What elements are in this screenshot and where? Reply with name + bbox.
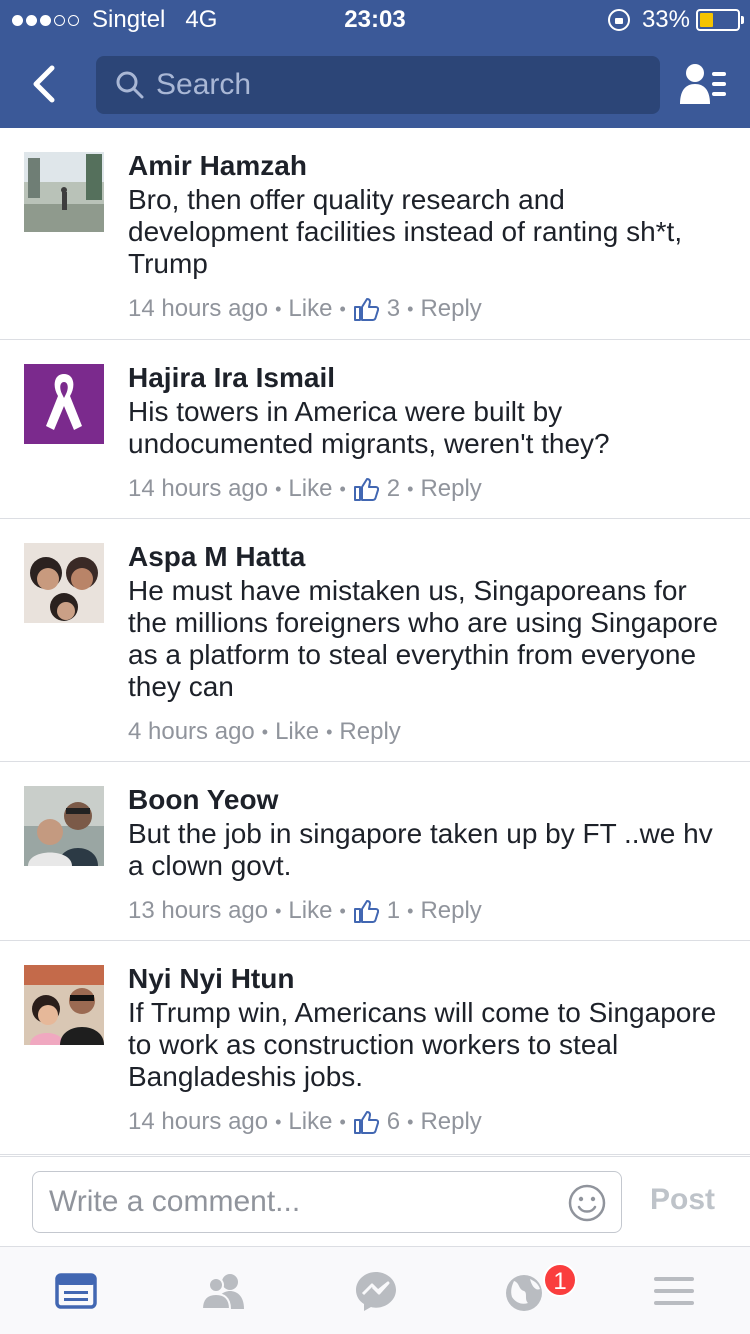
reply-button[interactable]: Reply [420,897,481,925]
commenter-name[interactable]: Boon Yeow [128,785,730,815]
reply-button[interactable]: Reply [420,1108,481,1136]
comment-item: Hajira Ira Ismail His towers in America … [0,340,750,519]
rotation-lock-icon [607,9,630,31]
like-button[interactable]: Like [288,475,332,503]
friend-list-icon[interactable] [678,62,728,106]
comment-input[interactable] [49,1182,549,1222]
avatar[interactable] [24,786,104,866]
top-header: Singtel 4G 23:03 33% [0,0,750,128]
like-thumb-icon [353,900,379,923]
like-thumb-icon [353,298,379,321]
comment-text: If Trump win, Americans will come to Sin… [128,997,717,1092]
avatar[interactable] [24,364,104,444]
reply-button[interactable]: Reply [420,295,481,323]
like-count: 1 [386,897,401,924]
news-feed-icon[interactable] [54,1269,98,1313]
battery-percent: 33% [641,6,690,33]
like-button[interactable]: Like [288,295,332,323]
comment-text: But the job in singapore taken up by FT … [128,818,713,881]
status-bar: Singtel 4G 23:03 33% [0,0,750,40]
comment-timestamp: 14 hours ago [128,1108,269,1135]
notifications-globe-icon[interactable] [504,1269,548,1313]
battery-icon [696,9,744,31]
comment-list: Amir Hamzah Bro, then offer quality rese… [0,128,750,1155]
commenter-name[interactable]: Amir Hamzah [128,151,730,181]
comment-timestamp: 14 hours ago [128,475,269,502]
like-count: 2 [386,475,401,502]
comment-text: His towers in America were built by undo… [128,396,610,459]
like-thumb-icon [353,1111,379,1134]
comment-meta: 14 hours ago • Like • 3 • Reply [128,295,482,323]
like-button[interactable]: Like [288,1108,332,1136]
comment-timestamp: 4 hours ago [128,718,255,745]
emoji-icon[interactable] [567,1183,607,1223]
reply-button[interactable]: Reply [339,718,400,746]
like-count: 6 [386,1108,401,1135]
search-icon [116,71,144,99]
search-input[interactable] [156,68,636,102]
like-button[interactable]: Like [288,897,332,925]
comment-item: Nyi Nyi Htun If Trump win, Americans wil… [0,941,750,1155]
avatar[interactable] [24,152,104,232]
search-bar[interactable] [96,56,660,114]
comment-meta: 14 hours ago • Like • 6 • Reply [128,1108,482,1136]
comment-input-box[interactable] [32,1171,622,1233]
comment-text: Bro, then offer quality research and dev… [128,184,683,279]
like-button[interactable]: Like [275,718,319,746]
commenter-name[interactable]: Aspa M Hatta [128,542,730,572]
bottom-tab-bar: 1 [0,1246,750,1334]
like-thumb-icon [353,478,379,501]
messenger-icon[interactable] [354,1269,398,1313]
avatar[interactable] [24,965,104,1045]
comment-item: Boon Yeow But the job in singapore taken… [0,762,750,941]
comment-timestamp: 13 hours ago [128,897,269,924]
friends-icon[interactable] [202,1269,246,1313]
reply-button[interactable]: Reply [420,475,481,503]
comment-meta: 14 hours ago • Like • 2 • Reply [128,475,482,503]
comment-meta: 13 hours ago • Like • 1 • Reply [128,897,482,925]
notification-badge: 1 [543,1263,577,1297]
comment-meta: 4 hours ago • Like • Reply [128,718,401,746]
post-button[interactable]: Post [650,1183,715,1217]
comment-item: Amir Hamzah Bro, then offer quality rese… [0,128,750,340]
comment-item: Aspa M Hatta He must have mistaken us, S… [0,519,750,762]
like-count: 3 [386,295,401,322]
comment-composer: Post [0,1156,750,1246]
comment-text: He must have mistaken us, Singaporeans f… [128,575,718,702]
menu-icon[interactable] [652,1269,696,1313]
comment-timestamp: 14 hours ago [128,295,269,322]
back-arrow-icon[interactable] [28,64,64,104]
commenter-name[interactable]: Hajira Ira Ismail [128,363,730,393]
commenter-name[interactable]: Nyi Nyi Htun [128,964,730,994]
avatar[interactable] [24,543,104,623]
